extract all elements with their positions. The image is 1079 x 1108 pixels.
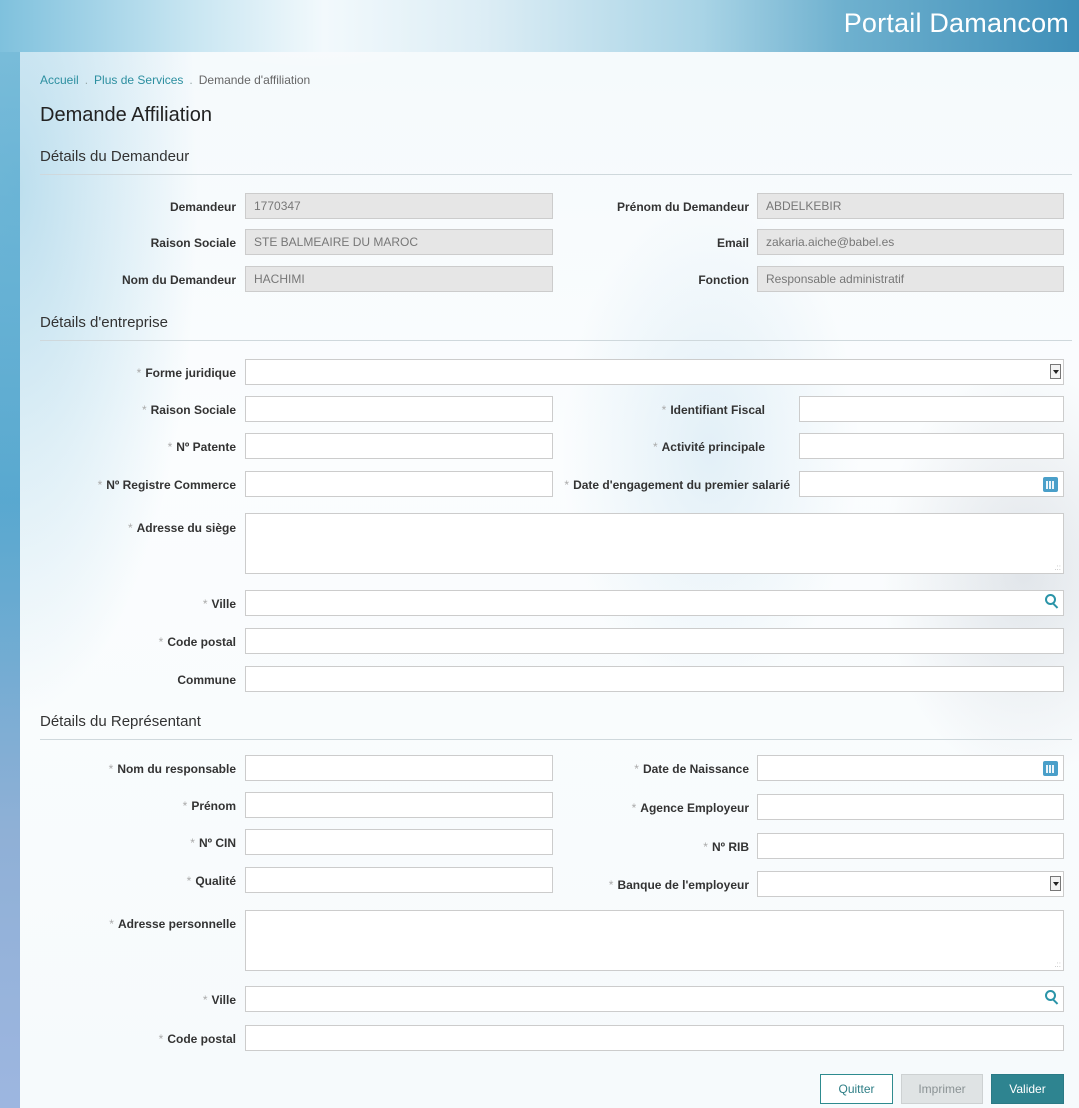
raison-sociale-label: Raison Sociale <box>150 236 236 250</box>
registre-commerce-label: * Nº Registre Commerce <box>97 478 236 492</box>
breadcrumb-plus-de-services[interactable]: Plus de Services <box>94 73 183 87</box>
breadcrumb-current: Demande d'affiliation <box>198 73 311 87</box>
patente-input[interactable] <box>245 433 553 459</box>
code-postal-entreprise-input[interactable] <box>245 628 1064 654</box>
code-postal-representant-input[interactable] <box>245 1025 1064 1051</box>
adresse-siege-label: * Adresse du siège <box>127 521 236 535</box>
required-marker: * <box>136 366 142 380</box>
email-label: Email <box>716 236 749 250</box>
agence-employeur-input[interactable] <box>757 794 1064 820</box>
resize-grip-icon[interactable]: .:: <box>1054 563 1061 572</box>
code-postal-representant-label: * Code postal <box>158 1032 236 1046</box>
breadcrumb-accueil[interactable]: Accueil <box>40 73 79 87</box>
qualite-input[interactable] <box>245 867 553 893</box>
nom-responsable-label: * Nom du responsable <box>108 762 236 776</box>
cin-label: * Nº CIN <box>190 836 236 850</box>
adresse-personnelle-label: * Adresse personnelle <box>109 917 236 931</box>
raison-sociale-field: STE BALMEAIRE DU MAROC <box>245 229 553 255</box>
rib-label: * Nº RIB <box>703 840 749 854</box>
banque-employeur-label: * Banque de l'employeur <box>608 878 749 892</box>
registre-commerce-input[interactable] <box>245 471 553 497</box>
breadcrumb: Accueil. Plus de Services. Demande d'affil… <box>40 73 310 87</box>
patente-label: * Nº Patente <box>167 440 236 454</box>
prenom-label: * Prénom <box>182 799 236 813</box>
search-icon[interactable] <box>1045 594 1057 606</box>
raison-sociale-entreprise-label: * Raison Sociale <box>141 403 236 417</box>
nom-demandeur-label: Nom du Demandeur <box>121 273 236 287</box>
calendar-icon[interactable] <box>1043 477 1058 492</box>
forme-juridique-select[interactable] <box>245 359 1064 385</box>
calendar-icon[interactable] <box>1043 761 1058 776</box>
identifiant-fiscal-label: * Identifiant Fiscal <box>661 403 765 417</box>
print-button[interactable]: Imprimer <box>901 1074 983 1104</box>
ville-representant-label: * Ville <box>202 993 236 1007</box>
date-engagement-input[interactable] <box>799 471 1064 497</box>
prenom-demandeur-field: ABDELKEBIR <box>757 193 1064 219</box>
breadcrumb-separator: . <box>189 73 193 87</box>
search-icon[interactable] <box>1045 990 1057 1002</box>
date-naissance-label: * Date de Naissance <box>634 762 749 776</box>
chevron-down-icon[interactable] <box>1050 364 1061 379</box>
fonction-field: Responsable administratif <box>757 266 1064 292</box>
raison-sociale-input[interactable] <box>245 396 553 422</box>
commune-label: Commune <box>177 673 236 687</box>
chevron-down-icon[interactable] <box>1050 876 1061 891</box>
prenom-demandeur-label: Prénom du Demandeur <box>616 200 749 214</box>
nom-demandeur-field: HACHIMI <box>245 266 553 292</box>
demandeur-label: Demandeur <box>169 200 236 214</box>
rib-input[interactable] <box>757 833 1064 859</box>
identifiant-fiscal-input[interactable] <box>799 396 1064 422</box>
date-engagement-label: * Date d'engagement du premier salarié <box>564 478 790 492</box>
activite-principale-label: * Activité principale <box>652 440 765 454</box>
commune-input[interactable] <box>245 666 1064 692</box>
adresse-siege-textarea[interactable]: .:: <box>245 513 1064 574</box>
activite-principale-input[interactable] <box>799 433 1064 459</box>
ville-entreprise-input[interactable] <box>245 590 1064 616</box>
date-naissance-input[interactable] <box>757 755 1064 781</box>
section-title-entreprise: Détails d'entreprise <box>40 314 1072 341</box>
qualite-label: * Qualité <box>186 874 236 888</box>
email-field: zakaria.aiche@babel.es <box>757 229 1064 255</box>
resize-grip-icon[interactable]: .:: <box>1054 960 1061 969</box>
quit-button[interactable]: Quitter <box>820 1074 893 1104</box>
prenom-input[interactable] <box>245 792 553 818</box>
agence-employeur-label: * Agence Employeur <box>631 801 749 815</box>
section-title-representant: Détails du Représentant <box>40 713 1072 740</box>
banque-employeur-select[interactable] <box>757 871 1064 897</box>
section-title-demandeur: Détails du Demandeur <box>40 148 1072 175</box>
adresse-personnelle-textarea[interactable]: .:: <box>245 910 1064 971</box>
cin-input[interactable] <box>245 829 553 855</box>
forme-juridique-label: * Forme juridique <box>136 366 236 380</box>
demandeur-field: 1770347 <box>245 193 553 219</box>
page-title: Demande Affiliation <box>40 104 212 126</box>
breadcrumb-separator: . <box>84 73 89 87</box>
fonction-label: Fonction <box>698 273 749 287</box>
submit-button[interactable]: Valider <box>991 1074 1064 1104</box>
code-postal-entreprise-label: * Code postal <box>158 635 236 649</box>
ville-entreprise-label: * Ville <box>202 597 236 611</box>
ville-representant-input[interactable] <box>245 986 1064 1012</box>
nom-responsable-input[interactable] <box>245 755 553 781</box>
